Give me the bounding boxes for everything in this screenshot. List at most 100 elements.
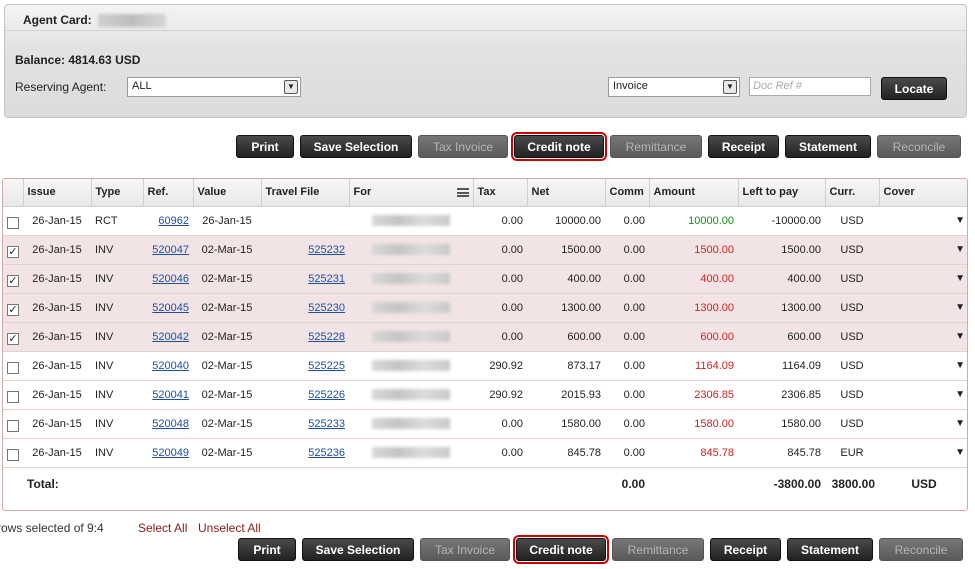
row-checkbox[interactable]	[7, 448, 19, 461]
chevron-down-icon[interactable]: ▼	[955, 215, 965, 226]
travel-file-link[interactable]: 525225	[308, 360, 345, 372]
row-checkbox[interactable]: ✓	[7, 245, 19, 258]
table-row[interactable]: ✓ 26-Jan-15 INV 520046 02-Mar-15 525231 0.00 40…	[3, 264, 967, 294]
column-header-ref[interactable]: Ref.	[142, 179, 193, 207]
table-row[interactable]: 26-Jan-15 RCT 60962 26-Jan-15 0.00 10000.00 0.…	[3, 206, 967, 236]
cell-cover[interactable]: ▼	[879, 438, 967, 468]
cell-travel-file[interactable]: 525231	[261, 264, 349, 294]
receipt-button[interactable]: Receipt	[708, 135, 779, 158]
cell-travel-file[interactable]: 525233	[261, 409, 349, 439]
column-header-curr[interactable]: Curr.	[824, 179, 879, 207]
travel-file-link[interactable]: 525236	[308, 447, 345, 459]
row-select-cell[interactable]: ✓	[3, 322, 23, 352]
cell-cover[interactable]: ▼	[879, 206, 967, 236]
chevron-down-icon[interactable]: ▼	[955, 389, 965, 400]
cell-ref[interactable]: 520040	[143, 351, 193, 381]
chevron-down-icon[interactable]: ▼	[955, 244, 965, 255]
cell-cover[interactable]: ▼	[879, 322, 967, 352]
cell-cover[interactable]: ▼	[879, 235, 967, 265]
ref-link[interactable]: 520047	[152, 244, 189, 256]
cell-travel-file[interactable]: 525225	[261, 351, 349, 381]
cell-ref[interactable]: 60962	[143, 206, 193, 236]
column-header-amount[interactable]: Amount	[648, 179, 738, 207]
cell-ref[interactable]: 520041	[143, 380, 193, 410]
chevron-down-icon[interactable]: ▼	[955, 447, 965, 458]
cell-travel-file[interactable]: 525226	[261, 380, 349, 410]
doc-ref-input[interactable]: Doc Ref #	[749, 77, 871, 96]
table-row[interactable]: ✓ 26-Jan-15 INV 520047 02-Mar-15 525232 0.00 15…	[3, 235, 967, 265]
statement-button[interactable]: Statement	[787, 538, 873, 561]
statement-button[interactable]: Statement	[785, 135, 871, 158]
cell-ref[interactable]: 520042	[143, 322, 193, 352]
chevron-down-icon[interactable]: ▼	[955, 273, 965, 284]
column-menu-icon[interactable]	[456, 188, 469, 197]
print-button[interactable]: Print	[236, 135, 294, 158]
save-selection-button[interactable]: Save Selection	[300, 135, 412, 158]
cell-ref[interactable]: 520048	[143, 409, 193, 439]
table-row[interactable]: 26-Jan-15 INV 520048 02-Mar-15 525233 0.00 158…	[3, 409, 967, 439]
credit-note-button[interactable]: Credit note	[513, 535, 609, 564]
reconcile-button[interactable]: Reconcile	[879, 538, 963, 561]
column-header-cover[interactable]: Cover	[878, 179, 967, 207]
credit-note-button[interactable]: Credit note	[511, 132, 607, 161]
tax-invoice-button[interactable]: Tax Invoice	[420, 538, 510, 561]
column-header-net[interactable]: Net	[526, 179, 605, 207]
cell-travel-file[interactable]: 525232	[261, 235, 349, 265]
chevron-down-icon[interactable]: ▼	[955, 418, 965, 429]
remittance-button[interactable]: Remittance	[610, 135, 702, 158]
cell-cover[interactable]: ▼	[879, 380, 967, 410]
select-all-link[interactable]: Select All	[138, 521, 187, 535]
ref-link[interactable]: 520041	[152, 389, 189, 401]
travel-file-link[interactable]: 525233	[308, 418, 345, 430]
ref-link[interactable]: 520045	[152, 302, 189, 314]
reconcile-button[interactable]: Reconcile	[877, 135, 961, 158]
cell-ref[interactable]: 520046	[143, 264, 193, 294]
tax-invoice-button[interactable]: Tax Invoice	[418, 135, 508, 158]
cell-travel-file[interactable]: 525236	[261, 438, 349, 468]
print-button[interactable]: Print	[238, 538, 296, 561]
chevron-down-icon[interactable]: ▼	[955, 331, 965, 342]
travel-file-link[interactable]: 525231	[308, 273, 345, 285]
column-header-travel-file[interactable]: Travel File	[260, 179, 349, 207]
reserving-agent-select[interactable]: ALL ▼	[127, 77, 301, 97]
travel-file-link[interactable]: 525232	[308, 244, 345, 256]
table-row[interactable]: 26-Jan-15 INV 520040 02-Mar-15 525225 290.92 8…	[3, 351, 967, 381]
table-row[interactable]: ✓ 26-Jan-15 INV 520045 02-Mar-15 525230 0.00 13…	[3, 293, 967, 323]
row-checkbox[interactable]	[7, 216, 19, 229]
cell-ref[interactable]: 520049	[143, 438, 193, 468]
table-row[interactable]: ✓ 26-Jan-15 INV 520042 02-Mar-15 525228 0.00 60…	[3, 322, 967, 352]
ref-link[interactable]: 520040	[152, 360, 189, 372]
cell-cover[interactable]: ▼	[879, 264, 967, 294]
ref-link[interactable]: 520046	[152, 273, 189, 285]
ref-link[interactable]: 60962	[158, 215, 189, 227]
row-select-cell[interactable]	[3, 409, 23, 439]
chevron-down-icon[interactable]: ▼	[955, 302, 965, 313]
remittance-button[interactable]: Remittance	[612, 538, 704, 561]
cell-travel-file[interactable]: 525230	[261, 293, 349, 323]
row-checkbox[interactable]	[7, 419, 19, 432]
cell-ref[interactable]: 520047	[143, 235, 193, 265]
row-checkbox[interactable]	[7, 390, 19, 403]
cell-ref[interactable]: 520045	[143, 293, 193, 323]
row-select-cell[interactable]	[3, 206, 23, 236]
column-header-comm[interactable]: Comm	[604, 179, 649, 207]
table-row[interactable]: 26-Jan-15 INV 520049 02-Mar-15 525236 0.00 845…	[3, 438, 967, 468]
save-selection-button[interactable]: Save Selection	[302, 538, 414, 561]
row-checkbox[interactable]	[7, 361, 19, 374]
unselect-all-link[interactable]: Unselect All	[198, 521, 261, 535]
row-checkbox[interactable]: ✓	[7, 274, 19, 287]
cell-cover[interactable]: ▼	[879, 351, 967, 381]
cell-travel-file[interactable]: 525228	[261, 322, 349, 352]
row-select-cell[interactable]	[3, 380, 23, 410]
row-checkbox[interactable]: ✓	[7, 303, 19, 316]
row-checkbox[interactable]: ✓	[7, 332, 19, 345]
ref-link[interactable]: 520042	[152, 331, 189, 343]
cell-cover[interactable]: ▼	[879, 409, 967, 439]
travel-file-link[interactable]: 525230	[308, 302, 345, 314]
receipt-button[interactable]: Receipt	[710, 538, 781, 561]
ref-link[interactable]: 520049	[152, 447, 189, 459]
column-header-value[interactable]: Value	[192, 179, 261, 207]
row-select-cell[interactable]	[3, 438, 23, 468]
doc-type-select[interactable]: Invoice ▼	[608, 77, 740, 97]
table-row[interactable]: 26-Jan-15 INV 520041 02-Mar-15 525226 290.92 2…	[3, 380, 967, 410]
